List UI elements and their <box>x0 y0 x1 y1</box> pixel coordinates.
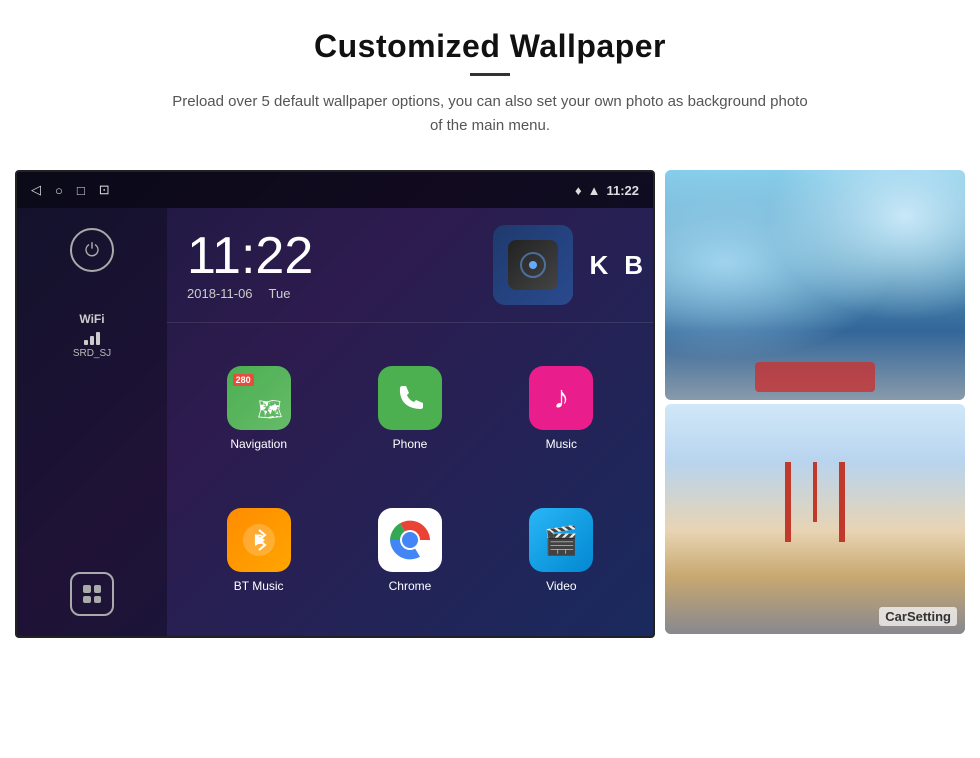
music-label: Music <box>546 437 577 451</box>
title-section: Customized Wallpaper Preload over 5 defa… <box>170 28 810 138</box>
music-note-icon: ♪ <box>553 379 569 416</box>
b-widget: B <box>624 250 643 281</box>
wifi-ssid: SRD_SJ <box>73 348 111 359</box>
navigation-label: Navigation <box>230 437 287 451</box>
app-video[interactable]: 🎬 Video <box>486 480 637 623</box>
video-icon: 🎬 <box>529 508 593 572</box>
carsetting-label: CarSetting <box>879 607 957 626</box>
clapboard-icon: 🎬 <box>544 524 579 557</box>
android-main: 11:22 2018-11-06 Tue <box>167 208 653 636</box>
bridge-tower <box>785 462 845 542</box>
date-display: 2018-11-06 Tue <box>187 286 493 301</box>
chrome-svg <box>389 519 431 561</box>
btmusic-label: BT Music <box>234 579 284 593</box>
wallpaper-stack: CarSetting <box>665 170 965 634</box>
screenshot-icon[interactable]: ⊡ <box>99 182 110 198</box>
content-area: ◁ ○ □ ⊡ ♦ ▲ 11:22 ⏻ <box>15 170 965 638</box>
bt-svg: B <box>241 522 277 558</box>
wifi-bar-2 <box>90 336 94 345</box>
app-grid: 🗺 Navigation Phone <box>167 323 653 636</box>
android-body: ⏻ WiFi SRD_SJ <box>17 208 653 636</box>
time-section: 11:22 2018-11-06 Tue <box>167 230 493 301</box>
radio-inner <box>508 240 558 290</box>
page-wrapper: Customized Wallpaper Preload over 5 defa… <box>0 0 980 758</box>
chrome-icon <box>378 508 442 572</box>
wifi-widget: WiFi SRD_SJ <box>73 312 111 359</box>
app-music[interactable]: ♪ Music <box>486 337 637 480</box>
status-left: ◁ ○ □ ⊡ <box>31 182 110 198</box>
status-right: ♦ ▲ 11:22 <box>575 183 639 198</box>
sidebar-top: ⏻ WiFi SRD_SJ <box>70 228 114 359</box>
wifi-bar-1 <box>84 340 88 345</box>
bridge-background <box>665 404 965 634</box>
phone-icon <box>378 366 442 430</box>
clock-time: 11:22 <box>187 230 493 282</box>
app-navigation[interactable]: 🗺 Navigation <box>183 337 334 480</box>
grid-dot <box>94 585 102 593</box>
time-row: 11:22 2018-11-06 Tue <box>167 208 653 323</box>
app-phone[interactable]: Phone <box>334 337 485 480</box>
subtitle: Preload over 5 default wallpaper options… <box>170 90 810 138</box>
status-time: 11:22 <box>606 183 639 198</box>
wifi-bars <box>73 329 111 345</box>
wp-overlay <box>755 362 875 392</box>
status-bar: ◁ ○ □ ⊡ ♦ ▲ 11:22 <box>17 172 653 208</box>
power-icon: ⏻ <box>85 240 99 261</box>
page-title: Customized Wallpaper <box>170 28 810 65</box>
navigation-icon: 🗺 <box>227 366 291 430</box>
btmusic-icon: B <box>227 508 291 572</box>
phone-svg <box>392 380 428 416</box>
wallpaper-ice[interactable] <box>665 170 965 400</box>
back-icon[interactable]: ◁ <box>31 182 41 198</box>
android-sidebar: ⏻ WiFi SRD_SJ <box>17 208 167 636</box>
k-widget: K <box>589 250 608 281</box>
chrome-label: Chrome <box>389 579 432 593</box>
clock-date: 2018-11-06 <box>187 286 253 301</box>
widget-section: K B <box>493 225 653 305</box>
radio-widget <box>493 225 573 305</box>
location-icon: ♦ <box>575 183 582 198</box>
svg-text:B: B <box>254 531 264 547</box>
clock-day: Tue <box>269 286 291 301</box>
grid-dot <box>83 596 91 604</box>
wifi-label: WiFi <box>73 312 111 326</box>
app-chrome[interactable]: Chrome <box>334 480 485 623</box>
app-btmusic[interactable]: B BT Music <box>183 480 334 623</box>
grid-dot <box>94 596 102 604</box>
wifi-bar-3 <box>96 332 100 345</box>
radio-signal-icon <box>519 251 547 279</box>
wallpaper-bridge[interactable]: CarSetting <box>665 404 965 634</box>
video-label: Video <box>546 579 576 593</box>
grid-icon <box>83 585 101 603</box>
music-icon: ♪ <box>529 366 593 430</box>
android-screen: ◁ ○ □ ⊡ ♦ ▲ 11:22 ⏻ <box>15 170 655 638</box>
recents-icon[interactable]: □ <box>77 183 85 198</box>
title-divider <box>470 73 510 76</box>
power-button[interactable]: ⏻ <box>70 228 114 272</box>
map-icon: 🗺 <box>257 397 282 422</box>
apps-button[interactable] <box>70 572 114 616</box>
grid-dot <box>83 585 91 593</box>
home-icon[interactable]: ○ <box>55 183 63 198</box>
phone-label: Phone <box>393 437 428 451</box>
signal-icon: ▲ <box>588 183 601 198</box>
